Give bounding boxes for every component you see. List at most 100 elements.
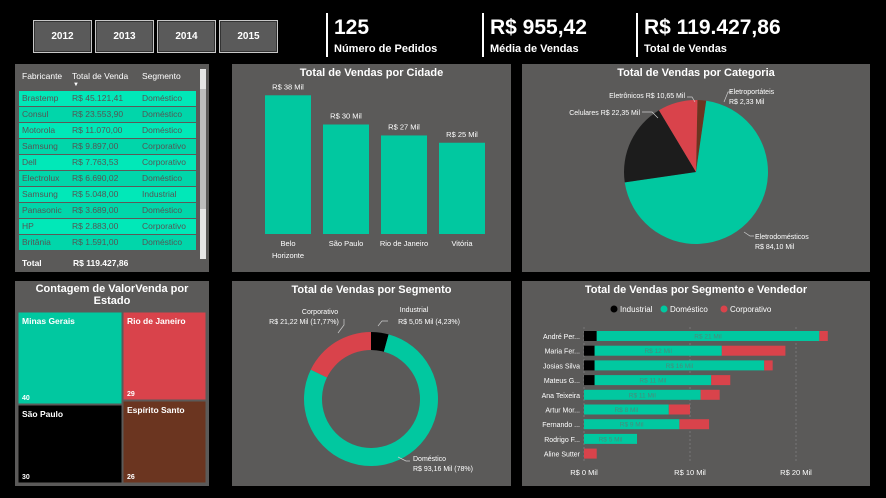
seller-bar-corporativo: [711, 375, 731, 386]
cell-total: R$ 7.763,53: [72, 157, 119, 167]
table-row[interactable]: Samsung R$ 9.897,00 Corporativo: [19, 139, 196, 154]
year-button-2014[interactable]: 2014: [157, 20, 216, 53]
city-bar-chart: R$ 38 Mil Belo Horizonte R$ 30 Mil São Paulo…: [265, 82, 485, 260]
seller-chart-panel: Total de Vendas por Segmento e Vendedor …: [522, 281, 870, 486]
cell-segmento: Doméstico: [142, 109, 183, 119]
kpi-divider: [636, 13, 638, 57]
cell-total: R$ 2.883,00: [72, 221, 119, 231]
y-tick-label: Mateus G...: [544, 378, 580, 385]
cell-segmento: Corporativo: [142, 157, 186, 167]
kpi-label: Média de Vendas: [490, 43, 579, 55]
cell-total: R$ 5.048,00: [72, 189, 119, 199]
treemap-tile-label: Minas Gerais: [22, 316, 75, 326]
sort-desc-icon: ▼: [73, 82, 79, 88]
city-bar: [265, 95, 311, 234]
y-tick-label: Ana Teixeira: [542, 393, 581, 400]
seller-bar-corporativo: [668, 404, 690, 415]
bar-data-label: R$ 25 Mil: [446, 130, 478, 139]
table-row[interactable]: Motorola R$ 11.070,00 Doméstico: [19, 123, 196, 138]
x-tick-label: R$ 0 Mil: [570, 468, 598, 477]
table-row[interactable]: Dell R$ 7.763,53 Corporativo: [19, 155, 196, 170]
donut-data-label: R$ 5,05 Mil (4,23%): [398, 319, 460, 326]
bar-data-label: R$ 30 Mil: [330, 112, 362, 121]
table-row[interactable]: Samsung R$ 5.048,00 Industrial: [19, 187, 196, 202]
city-bar: [439, 142, 485, 234]
x-tick-label: Rio de Janeiro: [380, 239, 428, 248]
bar-data-label: R$ 8 Mil: [614, 407, 638, 414]
x-tick-label: Belo: [280, 239, 295, 248]
y-tick-label: André Per...: [543, 334, 580, 341]
col-header-fabricante[interactable]: Fabricante: [22, 71, 62, 81]
pie-data-label: Eletrodomésticos: [755, 234, 809, 241]
cell-fabricante: Brastemp: [22, 93, 59, 103]
bar-data-label: R$ 16 Mil: [666, 363, 694, 370]
legend-label: Doméstico: [670, 305, 708, 314]
treemap-tile-label: Espírito Santo: [127, 405, 185, 415]
bar-data-label: R$ 38 Mil: [272, 82, 304, 91]
col-header-segmento[interactable]: Segmento: [142, 71, 181, 81]
cell-segmento: Doméstico: [142, 237, 183, 247]
table-row[interactable]: Britânia R$ 1.591,00 Doméstico: [19, 235, 196, 250]
cell-fabricante: Samsung: [22, 189, 58, 199]
scrollbar[interactable]: [200, 69, 206, 259]
cell-total: R$ 45.121,41: [72, 93, 124, 103]
kpi-value: R$ 119.427,86: [644, 16, 781, 39]
bar-data-label: R$ 27 Mil: [388, 122, 420, 131]
state-treemap: Minas Gerais 40 Rio de Janeiro 29 São Paulo 3…: [17, 311, 207, 484]
table-row[interactable]: Electrolux R$ 6.690,02 Doméstico: [19, 171, 196, 186]
seller-bar-industrial: [584, 331, 597, 341]
seller-bar-industrial: [584, 360, 595, 371]
donut-slice-corporativo: [310, 332, 371, 378]
leader-line: [377, 320, 388, 327]
kpi-label: Total de Vendas: [644, 43, 727, 55]
cell-fabricante: Electrolux: [22, 173, 60, 183]
donut-data-label: R$ 93,16 Mil (78%): [413, 466, 473, 473]
seller-bar-industrial: [584, 375, 595, 386]
scrollbar-thumb[interactable]: [200, 89, 206, 209]
bar-data-label: R$ 12 Mil: [644, 348, 672, 355]
treemap-tile-label: São Paulo: [22, 409, 63, 419]
leader-line: [337, 319, 345, 334]
table-row[interactable]: Consul R$ 23.553,90 Doméstico: [19, 107, 196, 122]
year-button-2013[interactable]: 2013: [95, 20, 154, 53]
x-tick-label: R$ 20 Mil: [780, 468, 812, 477]
table-row[interactable]: Brastemp R$ 45.121,41 Doméstico: [19, 91, 196, 106]
state-treemap-panel: Contagem de ValorVenda por Estado Minas …: [15, 281, 209, 486]
x-tick-label: R$ 10 Mil: [674, 468, 706, 477]
bar-data-label: R$ 11 Mil: [639, 378, 667, 385]
cell-segmento: Corporativo: [142, 141, 186, 151]
col-header-total[interactable]: Total de Venda: [72, 71, 128, 81]
donut-data-label: Corporativo: [302, 309, 338, 316]
segment-donut-chart: Doméstico R$ 93,16 Mil (78%) Corporativo R$…: [269, 307, 473, 473]
seller-bar-corporativo: [819, 331, 828, 341]
seller-bar-corporativo: [679, 419, 710, 430]
seller-bar-corporativo: [721, 345, 786, 356]
city-bar: [381, 135, 427, 234]
bar-data-label: R$ 11 Mil: [629, 392, 657, 399]
table-row[interactable]: HP R$ 2.883,00 Corporativo: [19, 219, 196, 234]
treemap-tile-value: 30: [22, 474, 30, 481]
cell-total: R$ 11.070,00: [72, 125, 123, 135]
treemap-tile-value: 26: [127, 474, 135, 481]
year-button-2012[interactable]: 2012: [33, 20, 92, 53]
x-tick-label: Vitória: [451, 239, 473, 248]
legend-marker-corporativo: [720, 305, 728, 313]
cell-segmento: Industrial: [142, 189, 177, 199]
cell-fabricante: HP: [22, 221, 34, 231]
year-button-2015[interactable]: 2015: [219, 20, 278, 53]
seller-bar-corporativo: [764, 360, 773, 371]
cell-total: R$ 1.591,00: [72, 237, 119, 247]
x-tick-label: Horizonte: [272, 251, 304, 260]
legend-label: Corporativo: [730, 305, 772, 314]
pie-data-label: R$ 2,33 Mil: [729, 99, 765, 106]
y-tick-label: Aline Sutter: [544, 452, 581, 459]
bar-data-label: R$ 21 Mil: [694, 334, 722, 341]
cell-segmento: Doméstico: [142, 125, 183, 135]
legend-label: Industrial: [620, 305, 653, 314]
seller-stacked-bar-chart: Industrial Doméstico Corporativo R$ 0 Mil R$…: [542, 305, 828, 477]
kpi-value: R$ 955,42: [490, 16, 587, 39]
table-row[interactable]: Panasonic R$ 3.689,00 Doméstico: [19, 203, 196, 218]
leader-line: [743, 231, 754, 237]
sales-table: Fabricante Total de Venda Segmento ▼ Bra…: [15, 64, 209, 272]
pie-data-label: R$ 84,10 Mil: [755, 244, 795, 251]
